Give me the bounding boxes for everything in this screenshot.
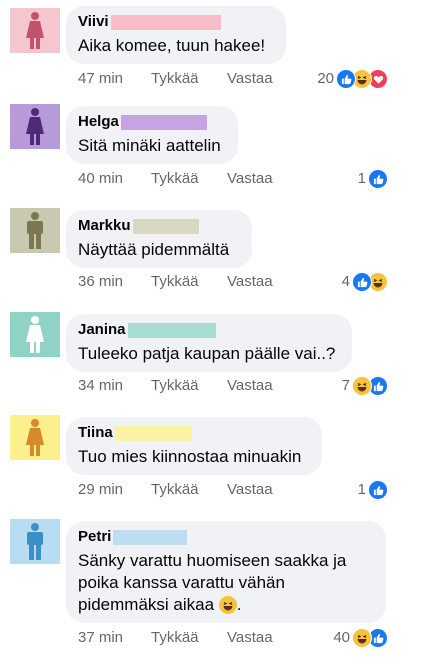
comment-text: Näyttää pidemmältä	[78, 240, 230, 259]
like-button[interactable]: Tykkää	[151, 169, 199, 189]
reactions-summary[interactable]: 40	[333, 628, 388, 648]
commenter-name[interactable]: Tiina	[78, 424, 113, 442]
like-icon	[368, 169, 388, 189]
reply-button[interactable]: Vastaa	[227, 169, 273, 189]
comment-bubble: Janina Tuleeko patja kaupan päälle vai..…	[66, 314, 352, 372]
comment-actions: 37 min Tykkää Vastaa 40	[78, 628, 388, 648]
comment-text: Tuleeko patja kaupan päälle vai..?	[78, 344, 336, 363]
timestamp[interactable]: 34 min	[78, 376, 123, 396]
comment-text: Sänky varattu huomiseen saakka ja poika …	[78, 550, 374, 616]
commenter-name[interactable]: Petri	[78, 528, 111, 546]
reactions-summary[interactable]: 4	[342, 272, 388, 292]
comment-bubble: Petri Sänky varattu huomiseen saakka ja …	[66, 521, 386, 623]
comment-actions: 29 min Tykkää Vastaa 1	[78, 480, 388, 500]
name-redaction	[114, 425, 192, 441]
reaction-count: 4	[341, 273, 350, 290]
comment-text: Sitä minäki aattelin	[78, 136, 221, 155]
reply-button[interactable]: Vastaa	[227, 376, 273, 396]
comment-actions: 34 min Tykkää Vastaa 7	[78, 376, 388, 396]
comment-actions: 47 min Tykkää Vastaa 20	[78, 69, 388, 89]
like-button[interactable]: Tykkää	[151, 480, 199, 500]
name-redaction	[127, 322, 216, 338]
avatar[interactable]	[10, 312, 60, 357]
timestamp[interactable]: 29 min	[78, 480, 123, 500]
comment-text-body: Sänky varattu huomiseen saakka ja poika …	[78, 551, 347, 614]
commenter-name[interactable]: Markku	[78, 217, 131, 235]
reaction-count: 1	[357, 170, 366, 187]
like-button[interactable]: Tykkää	[151, 628, 199, 648]
avatar[interactable]	[10, 415, 60, 460]
commenter-name[interactable]: Helga	[78, 113, 119, 131]
comment-text: Aika komee, tuun hakee!	[78, 36, 266, 55]
like-button[interactable]: Tykkää	[151, 69, 199, 89]
reaction-count: 40	[333, 629, 350, 646]
reaction-count: 7	[341, 377, 350, 394]
reactions-summary[interactable]: 1	[358, 169, 388, 189]
person-icon	[26, 107, 44, 145]
reactions-summary[interactable]: 7	[342, 376, 388, 396]
comment-bubble: Tiina Tuo mies kiinnostaa minuakin	[66, 417, 322, 475]
reply-button[interactable]: Vastaa	[227, 69, 273, 89]
commenter-name[interactable]: Janina	[78, 321, 126, 339]
avatar[interactable]	[10, 519, 60, 564]
timestamp[interactable]: 37 min	[78, 628, 123, 648]
comment-bubble: Markku Näyttää pidemmältä	[66, 210, 252, 268]
reply-button[interactable]: Vastaa	[227, 272, 273, 292]
name-redaction	[113, 529, 188, 545]
person-icon	[27, 211, 43, 249]
reactions-summary[interactable]: 20	[317, 69, 388, 89]
comment-bubble: Helga Sitä minäki aattelin	[66, 106, 238, 164]
reply-button[interactable]: Vastaa	[227, 628, 273, 648]
reaction-count: 1	[357, 481, 366, 498]
timestamp[interactable]: 40 min	[78, 169, 123, 189]
timestamp[interactable]: 47 min	[78, 69, 123, 89]
name-redaction	[120, 114, 207, 130]
like-icon	[336, 69, 356, 89]
name-redaction	[132, 218, 199, 234]
haha-icon	[218, 596, 237, 614]
reaction-count: 20	[317, 70, 334, 87]
avatar[interactable]	[10, 8, 60, 53]
reactions-summary[interactable]: 1	[358, 480, 388, 500]
like-button[interactable]: Tykkää	[151, 376, 199, 396]
comment-text: Tuo mies kiinnostaa minuakin	[78, 447, 302, 466]
like-icon	[352, 272, 372, 292]
like-icon	[368, 480, 388, 500]
person-icon	[26, 418, 44, 456]
comment-bubble: Viivi Aika komee, tuun hakee!	[66, 6, 286, 64]
reply-button[interactable]: Vastaa	[227, 480, 273, 500]
commenter-name[interactable]: Viivi	[78, 13, 109, 31]
comment-actions: 36 min Tykkää Vastaa 4	[78, 272, 388, 292]
person-icon	[26, 315, 44, 353]
name-redaction	[110, 14, 221, 30]
haha-icon	[352, 376, 372, 396]
avatar[interactable]	[10, 104, 60, 149]
haha-icon	[352, 628, 372, 648]
comment-text-suffix: .	[236, 595, 242, 614]
person-icon	[26, 11, 44, 49]
person-icon	[27, 522, 43, 560]
timestamp[interactable]: 36 min	[78, 272, 123, 292]
avatar[interactable]	[10, 208, 60, 253]
comment-actions: 40 min Tykkää Vastaa 1	[78, 169, 388, 189]
like-button[interactable]: Tykkää	[151, 272, 199, 292]
